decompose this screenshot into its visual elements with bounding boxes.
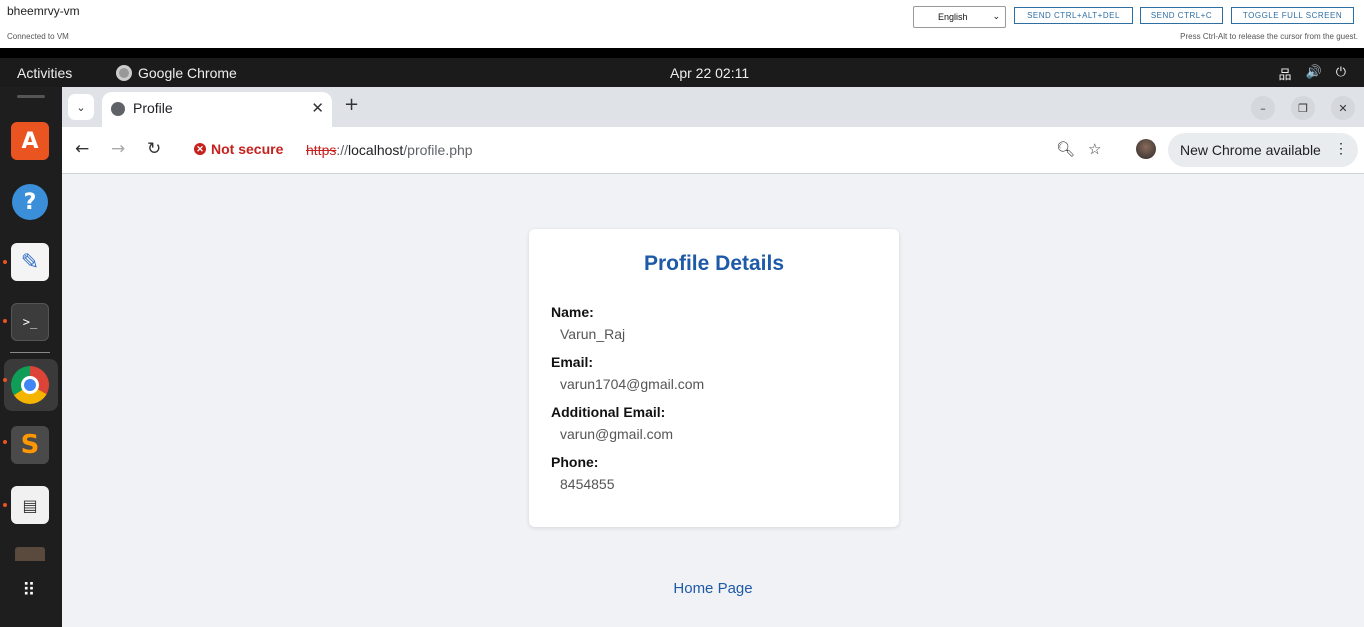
send-ctrl-alt-del-button[interactable]: SEND CTRL+ALT+DEL	[1014, 7, 1133, 24]
profile-avatar[interactable]	[1136, 139, 1156, 159]
vm-name: bheemrvy-vm	[7, 4, 80, 18]
vm-console-bar: bheemrvy-vm Connected to VM English ⌄ SE…	[0, 0, 1364, 48]
clock[interactable]: Apr 22 02:11	[670, 65, 749, 81]
dock-separator	[10, 352, 50, 353]
send-ctrl-c-button[interactable]: SEND CTRL+C	[1140, 7, 1223, 24]
chevron-down-icon: ⌄	[992, 11, 1000, 21]
vm-status: Connected to VM	[7, 32, 69, 41]
home-page-link[interactable]: Home Page	[62, 580, 1364, 597]
minimize-button[interactable]: –	[1251, 96, 1275, 120]
url-text[interactable]: https://localhost/profile.php	[306, 142, 473, 158]
system-tray[interactable]: 品 🔊 ⏻	[1279, 64, 1347, 83]
close-tab-icon[interactable]: ✕	[311, 99, 324, 117]
text-editor-icon[interactable]: ✎	[11, 243, 49, 281]
vm-border	[0, 48, 1364, 58]
chevron-down-icon: ⌄	[76, 100, 86, 114]
app-menu-label: Google Chrome	[138, 65, 237, 81]
not-secure-label: Not secure	[211, 141, 284, 157]
url-path: /profile.php	[403, 142, 473, 158]
back-button[interactable]: ←	[75, 139, 89, 159]
dock-partial-icon	[15, 547, 45, 561]
address-bar[interactable]: ✕ Not secure https://localhost/profile.p…	[182, 134, 1180, 166]
running-indicator	[3, 260, 7, 264]
document-viewer-icon[interactable]: ▤	[11, 486, 49, 524]
tab-search-button[interactable]: ⌄	[68, 94, 94, 120]
globe-icon	[111, 102, 125, 116]
chrome-small-icon	[116, 65, 132, 81]
profile-card: Profile Details Name: Varun_Raj Email: v…	[529, 229, 899, 527]
additional-email-label: Additional Email:	[551, 404, 666, 420]
terminal-icon[interactable]: >_	[11, 303, 49, 341]
gnome-top-panel: Activities Google Chrome Apr 22 02:11 品 …	[0, 58, 1364, 87]
phone-label: Phone:	[551, 454, 599, 470]
sublime-text-icon[interactable]: S	[11, 426, 49, 464]
dock: A ? ✎ >_ S ▤ ⠿	[0, 87, 62, 627]
security-chip[interactable]: ✕ Not secure	[194, 141, 283, 157]
network-icon: 品	[1278, 67, 1292, 82]
app-menu[interactable]: Google Chrome	[116, 65, 237, 81]
kebab-menu-icon[interactable]: ⋮	[1334, 140, 1348, 157]
running-indicator	[3, 378, 7, 382]
zoom-icon[interactable]: 🔍︎	[1056, 140, 1075, 158]
chrome-icon[interactable]	[11, 366, 49, 404]
help-icon[interactable]: ?	[11, 183, 49, 221]
dock-top-item	[17, 95, 45, 98]
toggle-full-screen-button[interactable]: TOGGLE FULL SCREEN	[1231, 7, 1354, 24]
url-host: localhost	[348, 142, 404, 158]
volume-icon: 🔊	[1305, 64, 1322, 79]
page-content: Profile Details Name: Varun_Raj Email: v…	[62, 174, 1364, 627]
running-indicator	[3, 319, 7, 323]
new-tab-button[interactable]: +	[344, 94, 359, 115]
name-label: Name:	[551, 304, 594, 320]
forward-button[interactable]: →	[111, 139, 125, 159]
app-grid-icon[interactable]: ⠿	[11, 572, 49, 610]
close-window-button[interactable]: ✕	[1331, 96, 1355, 120]
phone-value: 8454855	[560, 476, 615, 492]
tab-strip: ⌄ Profile ✕ + – ❐ ✕	[62, 87, 1364, 127]
release-cursor-hint: Press Ctrl-Alt to release the cursor fro…	[1180, 32, 1358, 41]
new-chrome-available-button[interactable]: New Chrome available ⋮	[1168, 133, 1358, 167]
language-select[interactable]: English ⌄	[913, 6, 1006, 28]
url-separator: ://	[336, 142, 349, 158]
chrome-window: ⌄ Profile ✕ + – ❐ ✕ ← → ↻ ✕ Not secure h…	[62, 87, 1364, 627]
power-icon: ⏻	[1335, 64, 1346, 79]
url-scheme: https	[306, 142, 337, 158]
restore-button[interactable]: ❐	[1291, 96, 1315, 120]
tab-title: Profile	[133, 100, 173, 116]
running-indicator	[3, 440, 7, 444]
app-center-icon[interactable]: A	[11, 122, 49, 160]
update-label: New Chrome available	[1180, 142, 1321, 158]
language-value: English	[938, 12, 968, 22]
bookmark-star-icon[interactable]: ☆	[1088, 140, 1101, 158]
page-title: Profile Details	[643, 252, 785, 275]
email-label: Email:	[551, 354, 594, 370]
activities-button[interactable]: Activities	[17, 65, 72, 81]
additional-email-value: varun@gmail.com	[560, 426, 674, 442]
tab-profile[interactable]: Profile ✕	[102, 92, 332, 127]
warning-icon: ✕	[194, 143, 206, 155]
email-value: varun1704@gmail.com	[560, 376, 705, 392]
browser-toolbar: ← → ↻ ✕ Not secure https://localhost/pro…	[62, 127, 1364, 174]
running-indicator	[3, 503, 7, 507]
reload-button[interactable]: ↻	[147, 139, 161, 159]
name-value: Varun_Raj	[560, 326, 626, 342]
